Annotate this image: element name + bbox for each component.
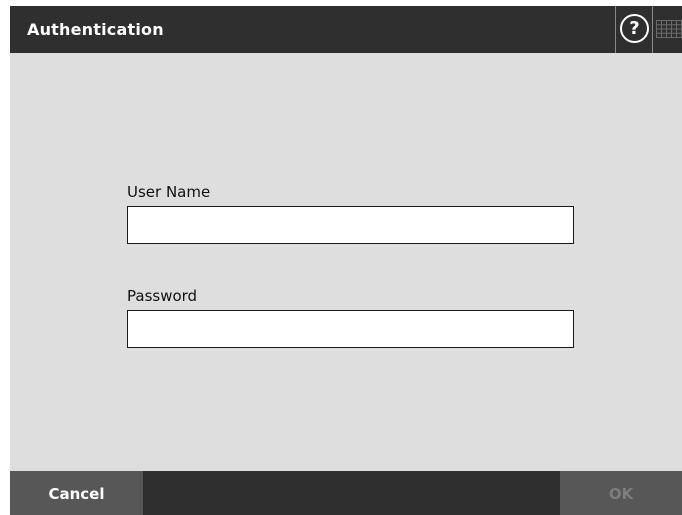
username-label: User Name [127, 183, 211, 201]
title-bar: Authentication ? [10, 6, 682, 53]
help-icon: ? [620, 14, 649, 43]
cancel-button[interactable]: Cancel [10, 471, 143, 515]
login-form: User Name Password [10, 53, 682, 471]
password-input[interactable] [127, 310, 574, 348]
password-label: Password [127, 287, 198, 305]
button-bar: Cancel OK [10, 471, 682, 515]
username-input[interactable] [127, 206, 574, 244]
keyboard-icon [656, 20, 682, 38]
authentication-window: Authentication ? User Name Password Canc [10, 6, 682, 515]
help-button[interactable]: ? [616, 6, 652, 53]
window-title: Authentication [27, 20, 164, 39]
ok-button[interactable]: OK [560, 471, 682, 515]
keyboard-button[interactable] [653, 6, 682, 53]
